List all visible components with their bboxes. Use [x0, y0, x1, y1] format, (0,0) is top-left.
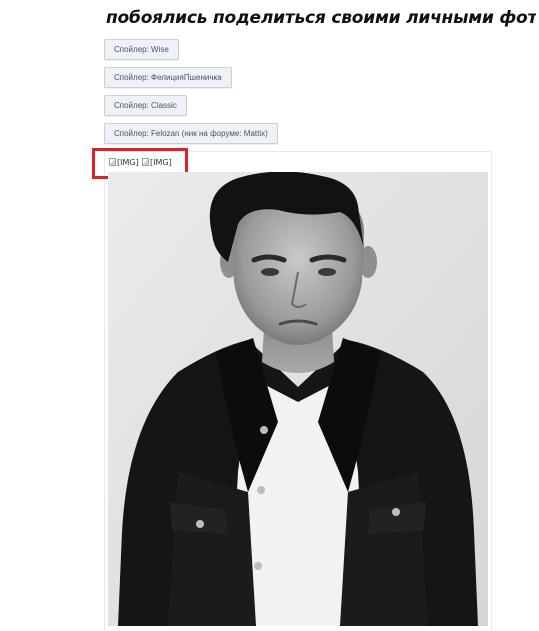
portrait-photo[interactable]: [108, 172, 488, 626]
post-heading: побоялись поделиться своими личными фото…: [106, 8, 536, 28]
spoiler-button-felozan[interactable]: Спойлер: Felozan (ник на форуме: Mattix): [104, 123, 278, 144]
spoiler-button-feliciya[interactable]: Спойлер: ФелицияПшеничка: [104, 67, 232, 88]
spoiler-button-classic[interactable]: Спойлер: Classic: [104, 95, 187, 116]
spoiler-button-wise[interactable]: Спойлер: Wise: [104, 39, 179, 60]
portrait-photo-illustration: [108, 172, 488, 626]
